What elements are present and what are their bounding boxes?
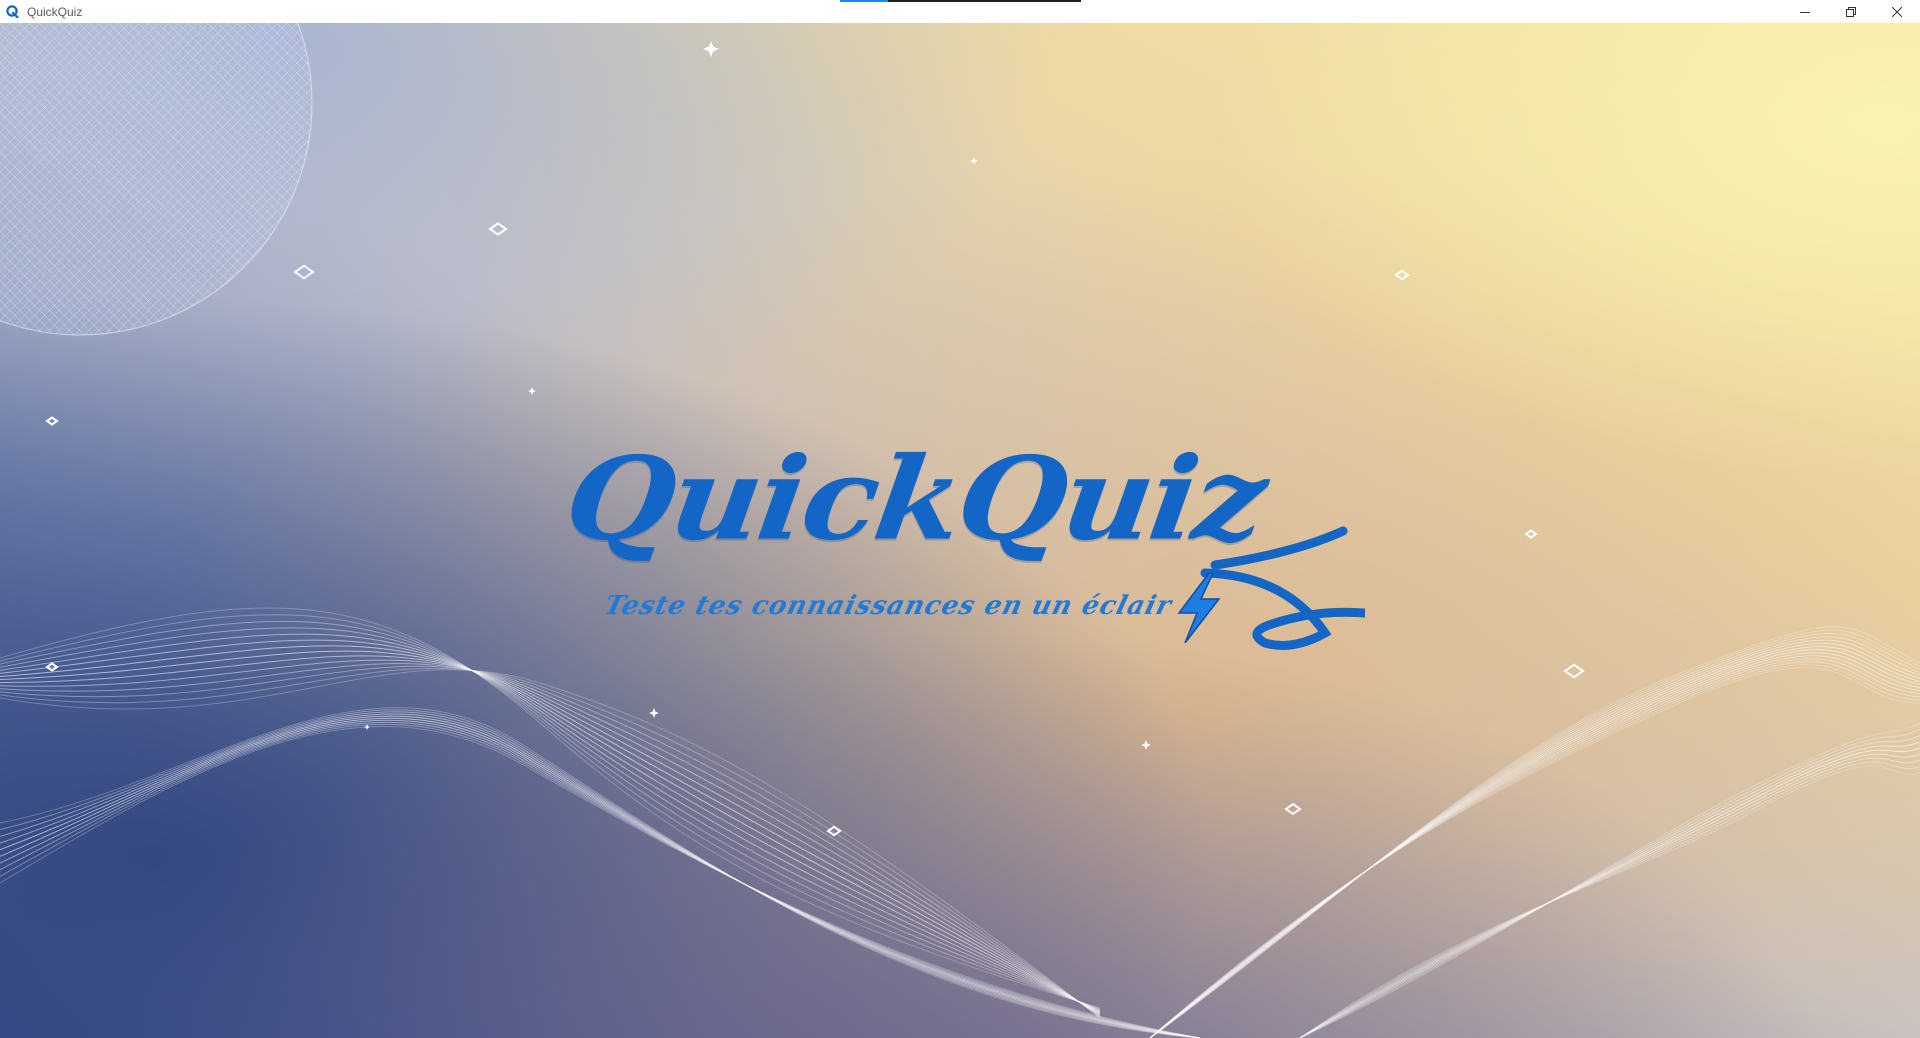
window-title: QuickQuiz (27, 4, 83, 19)
logo-title: QuickQuiz (557, 432, 1272, 567)
quickquiz-window: QuickQuiz QuickQuiz Teste tes connaissan… (0, 0, 1920, 1038)
title-bar: QuickQuiz (0, 0, 1920, 23)
loading-progress-fill (840, 0, 889, 2)
minimize-button[interactable] (1782, 0, 1828, 23)
close-button[interactable] (1874, 0, 1920, 23)
restore-button[interactable] (1828, 0, 1874, 23)
lightning-bolt-icon (1177, 573, 1221, 643)
loading-progress-bar (840, 0, 1081, 2)
minimize-icon (1800, 11, 1810, 13)
close-icon (1892, 6, 1902, 17)
quickquiz-logo: QuickQuiz Teste tes connaissances en un … (558, 433, 1365, 663)
logo-tagline: Teste tes connaissances en un éclair (601, 591, 1175, 621)
restore-icon (1846, 6, 1856, 17)
window-controls (1782, 0, 1920, 23)
splash-screen: QuickQuiz Teste tes connaissances en un … (0, 23, 1920, 1038)
quickquiz-q-icon (5, 5, 19, 19)
